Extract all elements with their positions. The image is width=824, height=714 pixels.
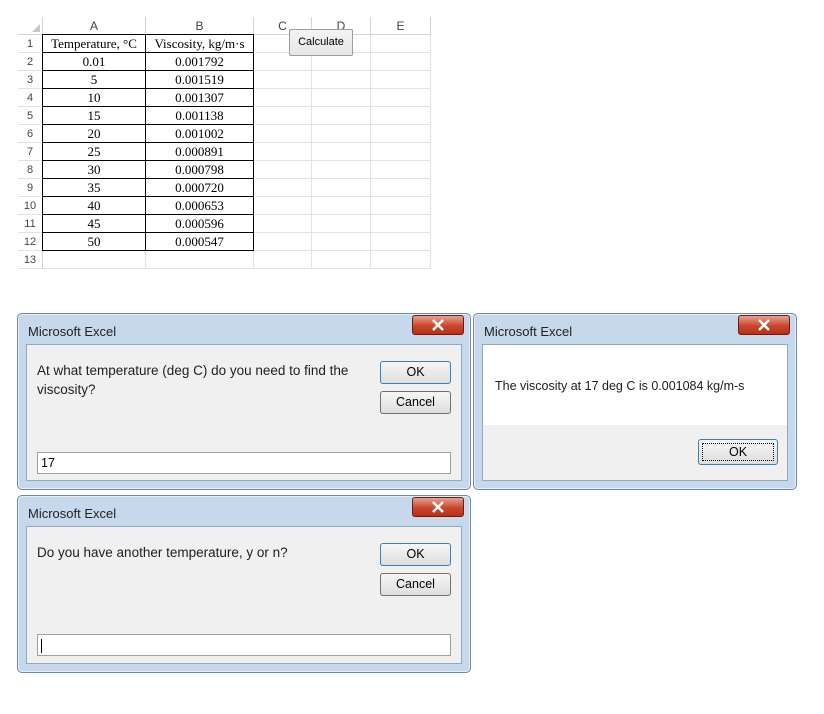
select-all-triangle-icon	[32, 24, 40, 32]
row-header-13[interactable]: 13	[18, 251, 43, 269]
viscosity-cell[interactable]: 0.001792	[145, 52, 254, 71]
result-message: The viscosity at 17 deg C is 0.001084 kg…	[495, 379, 745, 393]
viscosity-cell[interactable]: 0.000596	[145, 214, 254, 233]
viscosity-cell[interactable]: 0.000547	[145, 232, 254, 251]
dialog-body: The viscosity at 17 deg C is 0.001084 kg…	[482, 344, 788, 481]
cancel-button[interactable]: Cancel	[380, 573, 451, 596]
temperature-cell[interactable]: 20	[42, 124, 146, 143]
dialog-titlebar[interactable]: Microsoft Excel	[18, 314, 470, 344]
viscosity-cell[interactable]: 0.001138	[145, 106, 254, 125]
answer-input[interactable]	[37, 634, 451, 656]
select-all-corner[interactable]	[18, 17, 43, 35]
column-header-b[interactable]: B	[146, 17, 254, 35]
row-header-5[interactable]: 5	[18, 107, 43, 125]
temperature-input[interactable]: 17	[37, 452, 451, 474]
ok-button[interactable]: OK	[698, 439, 778, 465]
close-icon	[432, 501, 444, 513]
dialog-prompt: At what temperature (deg C) do you need …	[37, 363, 349, 397]
header-cell-temperature[interactable]: Temperature, °C	[42, 34, 146, 53]
close-icon	[432, 319, 444, 331]
row-header-2[interactable]: 2	[18, 53, 43, 71]
row-header-6[interactable]: 6	[18, 125, 43, 143]
row-header-8[interactable]: 8	[18, 161, 43, 179]
dialog-body: At what temperature (deg C) do you need …	[26, 344, 462, 481]
temperature-cell[interactable]: 30	[42, 160, 146, 179]
viscosity-cell[interactable]: 0.000891	[145, 142, 254, 161]
dialog-titlebar[interactable]: Microsoft Excel	[18, 496, 470, 526]
temperature-cell[interactable]: 5	[42, 70, 146, 89]
dialog-body: Do you have another temperature, y or n?…	[26, 526, 462, 664]
row-header-7[interactable]: 7	[18, 143, 43, 161]
temperature-cell[interactable]: 45	[42, 214, 146, 233]
dialog-prompt: Do you have another temperature, y or n?	[37, 545, 288, 560]
row-header-4[interactable]: 4	[18, 89, 43, 107]
temperature-input-dialog: Microsoft Excel At what temperature (deg…	[17, 313, 471, 490]
temperature-cell[interactable]: 25	[42, 142, 146, 161]
column-header-e[interactable]: E	[371, 17, 431, 35]
result-dialog: Microsoft Excel The viscosity at 17 deg …	[473, 313, 797, 490]
temperature-cell[interactable]: 40	[42, 196, 146, 215]
close-button[interactable]	[738, 315, 790, 335]
viscosity-cell[interactable]: 0.001002	[145, 124, 254, 143]
text-caret	[41, 638, 42, 653]
temperature-cell[interactable]: 0.01	[42, 52, 146, 71]
dialog-titlebar[interactable]: Microsoft Excel	[474, 314, 796, 344]
spreadsheet-grid: A B C D E 1 2 3 4 5 6 7 8 9 10 11 12 13 Temperature, °C Vis…	[18, 17, 433, 285]
viscosity-cell[interactable]: 0.001307	[145, 88, 254, 107]
row-header-3[interactable]: 3	[18, 71, 43, 89]
row-header-12[interactable]: 12	[18, 233, 43, 251]
close-icon	[758, 319, 770, 331]
dialog-title: Microsoft Excel	[28, 324, 117, 339]
viscosity-cell[interactable]: 0.001519	[145, 70, 254, 89]
calculate-button[interactable]: Calculate	[289, 29, 353, 56]
ok-button[interactable]: OK	[380, 543, 451, 566]
close-button[interactable]	[412, 315, 464, 335]
row-header-9[interactable]: 9	[18, 179, 43, 197]
temperature-cell[interactable]: 35	[42, 178, 146, 197]
dialog-title: Microsoft Excel	[484, 324, 573, 339]
cancel-button[interactable]: Cancel	[380, 391, 451, 414]
dialog-title: Microsoft Excel	[28, 506, 117, 521]
viscosity-cell[interactable]: 0.000720	[145, 178, 254, 197]
temperature-cell[interactable]: 50	[42, 232, 146, 251]
focus-ring	[702, 443, 774, 461]
viscosity-cell[interactable]: 0.000653	[145, 196, 254, 215]
ok-button[interactable]: OK	[380, 361, 451, 384]
header-cell-viscosity[interactable]: Viscosity, kg/m·s	[145, 34, 254, 53]
row-header-1[interactable]: 1	[18, 35, 43, 53]
row-header-11[interactable]: 11	[18, 215, 43, 233]
column-header-a[interactable]: A	[43, 17, 146, 35]
close-button[interactable]	[412, 497, 464, 517]
temperature-cell[interactable]: 15	[42, 106, 146, 125]
temperature-cell[interactable]: 10	[42, 88, 146, 107]
gridline	[43, 268, 431, 269]
row-header-10[interactable]: 10	[18, 197, 43, 215]
viscosity-cell[interactable]: 0.000798	[145, 160, 254, 179]
another-temperature-dialog: Microsoft Excel Do you have another temp…	[17, 495, 471, 673]
